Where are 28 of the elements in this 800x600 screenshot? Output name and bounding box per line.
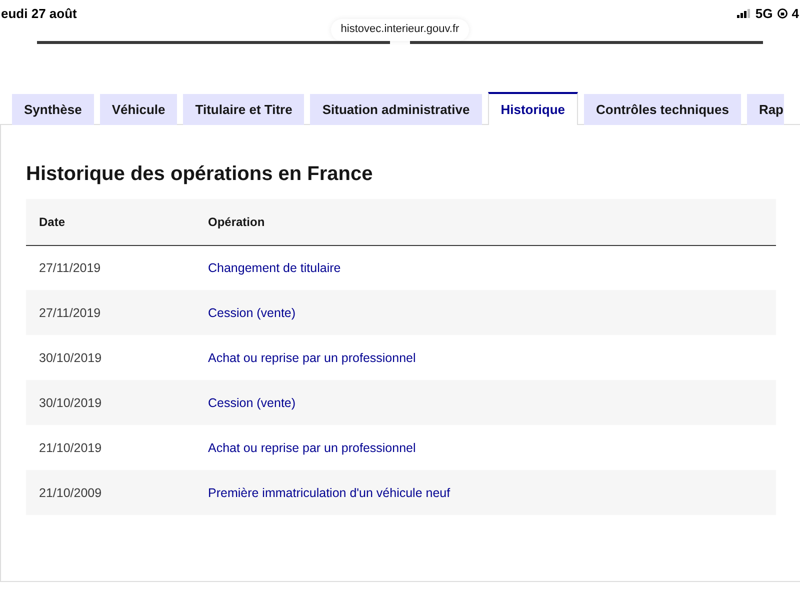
date-cell: 27/11/2019: [26, 290, 207, 335]
date-cell: 27/11/2019: [26, 245, 207, 290]
operation-link[interactable]: Cession (vente): [208, 306, 296, 320]
operation-link[interactable]: Première immatriculation d'un véhicule neuf: [208, 486, 450, 500]
date-cell: 30/10/2019: [26, 335, 207, 380]
operation-link[interactable]: Cession (vente): [208, 396, 296, 410]
battery-percent: 4: [792, 6, 799, 20]
status-date: eudi 27 août: [1, 6, 77, 20]
tab[interactable]: Véhicule: [100, 94, 178, 125]
tab[interactable]: Synthèse: [12, 94, 94, 125]
operation-link[interactable]: Changement de titulaire: [208, 260, 341, 275]
signal-icon: [737, 8, 752, 18]
rotation-lock-icon: [776, 8, 788, 18]
tab[interactable]: Titulaire et Titre: [183, 94, 304, 125]
operation-link[interactable]: Achat ou reprise par un professionnel: [208, 440, 416, 454]
tab[interactable]: Rap: [746, 94, 784, 125]
date-cell: 21/10/2009: [26, 470, 207, 515]
url-field[interactable]: histovec.interieur.gouv.fr: [330, 19, 470, 41]
column-header: Opération: [207, 199, 776, 245]
date-cell: 30/10/2019: [26, 380, 207, 425]
tab[interactable]: Situation administrative: [310, 94, 482, 125]
column-header: Date: [26, 199, 207, 245]
tab[interactable]: Historique: [488, 92, 578, 125]
tab[interactable]: Contrôles techniques: [584, 94, 741, 125]
date-cell: 21/10/2019: [26, 425, 207, 470]
operation-link[interactable]: Achat ou reprise par un professionnel: [208, 350, 416, 364]
section-title: Historique des opérations en France: [26, 163, 374, 186]
network-label: 5G: [755, 6, 773, 20]
